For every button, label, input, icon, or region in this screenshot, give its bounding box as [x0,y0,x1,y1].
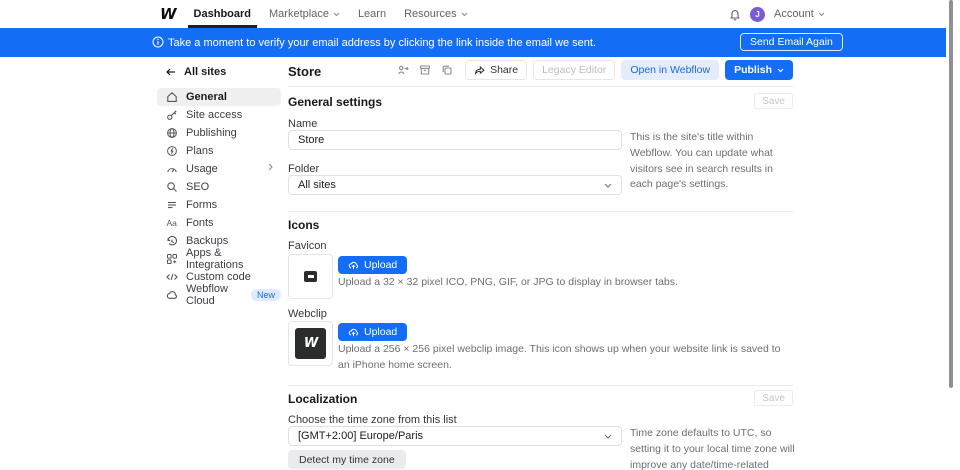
share-arrow-icon [474,65,485,75]
duplicate-icon[interactable] [439,62,455,78]
chevron-down-icon [777,68,784,73]
open-in-webflow-button[interactable]: Open in Webflow [621,60,719,80]
key-icon [166,109,178,121]
detect-timezone-button[interactable]: Detect my time zone [288,450,406,469]
webflow-webclip-icon: W [295,328,326,359]
favicon-label: Favicon [288,240,327,252]
notifications-bell-icon[interactable] [729,8,741,21]
folder-select[interactable]: All sites [288,175,622,195]
page-title: Store [288,64,321,79]
name-label: Name [288,118,317,130]
svg-text:Aa: Aa [167,218,178,228]
favicon-help-text: Upload a 32 × 32 pixel ICO, PNG, GIF, or… [338,275,768,291]
divider [288,385,793,386]
publish-button[interactable]: Publish [725,60,793,80]
webclip-upload-button[interactable]: Upload [338,323,407,341]
scrollbar-thumb[interactable] [949,0,953,388]
code-icon [166,271,178,283]
back-arrow-icon [166,68,176,76]
site-name-input[interactable] [288,130,622,150]
sidebar-item-apps-integrations[interactable]: Apps & Integrations [157,250,281,268]
divider [288,211,793,212]
favicon-upload-button[interactable]: Upload [338,256,407,274]
gauge-icon [166,163,178,175]
archive-icon[interactable] [417,62,433,78]
timezone-select[interactable]: [GMT+2:00] Europe/Paris [288,426,622,446]
avatar[interactable]: J [750,7,765,22]
forms-icon [166,199,178,211]
chevron-down-icon [333,12,340,17]
tab-learn[interactable]: Learn [358,0,386,28]
chevron-right-icon [268,163,273,171]
sidebar-item-plans[interactable]: Plans [157,142,281,160]
sidebar-item-seo[interactable]: SEO [157,178,281,196]
settings-sidebar: All sites General Site access Publishing… [157,62,281,304]
localization-save-button[interactable]: Save [754,390,793,406]
back-to-all-sites[interactable]: All sites [157,62,281,88]
plans-icon [166,145,178,157]
sidebar-item-webflow-cloud[interactable]: Webflow Cloud New [157,286,281,304]
chevron-down-icon [604,434,612,439]
globe-icon [166,127,178,139]
sidebar-item-fonts[interactable]: Aa Fonts [157,214,281,232]
icons-heading: Icons [288,218,319,232]
fonts-icon: Aa [166,217,178,229]
webclip-label: Webclip [288,308,327,320]
chevron-down-icon [461,12,468,17]
sidebar-item-site-access[interactable]: Site access [157,106,281,124]
upload-cloud-icon [348,327,359,338]
sidebar-item-publishing[interactable]: Publishing [157,124,281,142]
banner-message: Take a moment to verify your email addre… [168,37,596,49]
info-icon [152,36,164,48]
chevron-down-icon [818,12,825,17]
send-email-again-button[interactable]: Send Email Again [740,33,843,51]
divider [288,86,793,87]
webflow-logo[interactable]: W [160,7,176,22]
sidebar-item-forms[interactable]: Forms [157,196,281,214]
default-favicon-icon [304,271,317,282]
home-icon [166,91,178,103]
upload-cloud-icon [348,260,359,271]
chevron-down-icon [604,183,612,188]
share-button[interactable]: Share [465,60,527,80]
header-actions: Share Legacy Editor Open in Webflow Publ… [395,60,793,80]
timezone-help-text: Time zone defaults to UTC, so setting it… [630,426,796,470]
tab-resources[interactable]: Resources [404,0,468,28]
localization-heading: Localization [288,392,357,406]
timezone-label: Choose the time zone from this list [288,414,457,426]
webclip-preview: W [288,321,333,366]
history-icon [166,235,178,247]
sidebar-item-usage[interactable]: Usage [157,160,281,178]
tab-dashboard[interactable]: Dashboard [194,0,251,28]
tab-marketplace[interactable]: Marketplace [269,0,340,28]
folder-label: Folder [288,163,319,175]
webflow-site-settings-page: W Dashboard Marketplace Learn Resources … [0,0,960,470]
verify-email-banner: Take a moment to verify your email addre… [0,28,946,57]
apps-icon [166,253,178,265]
sidebar-item-general[interactable]: General [157,88,281,106]
search-icon [166,181,178,193]
transfer-site-icon[interactable] [395,62,411,78]
webclip-help-text: Upload a 256 × 256 pixel webclip image. … [338,342,783,374]
scrollbar [946,0,960,470]
name-help-text: This is the site's title within Webflow.… [630,130,796,193]
general-save-button[interactable]: Save [754,93,793,109]
legacy-editor-button[interactable]: Legacy Editor [533,60,615,80]
new-badge: New [251,289,281,301]
account-menu[interactable]: Account [774,0,825,28]
top-nav: W Dashboard Marketplace Learn Resources … [0,0,946,28]
general-settings-heading: General settings [288,95,382,109]
cloud-icon [166,289,178,301]
favicon-preview [288,254,333,299]
